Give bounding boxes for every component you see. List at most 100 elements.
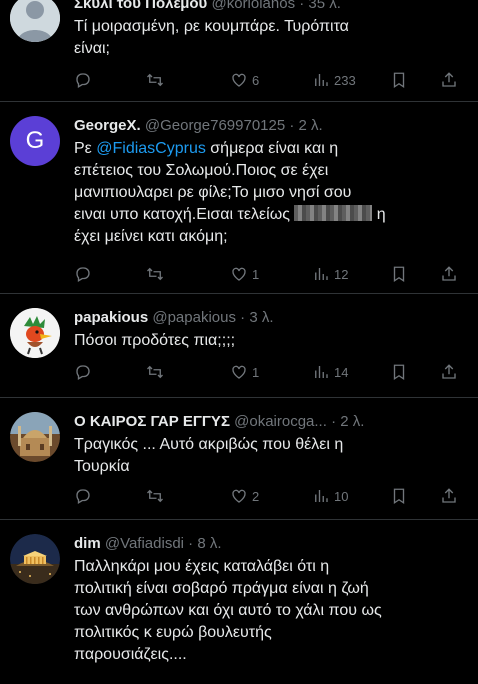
retweet-button[interactable] (146, 264, 164, 284)
share-icon (442, 72, 456, 87)
timestamp[interactable]: 35 λ. (308, 0, 341, 12)
text-line: Παλληκάρι μου έχεις καταλάβει ότι η (74, 558, 330, 575)
tweet-text: Τί μοιρασμένη, ρε κουμπάρε. Τυρόπιτα είν… (74, 16, 466, 60)
like-count: 2 (252, 488, 260, 504)
display-name[interactable]: dim (74, 535, 101, 552)
share-button[interactable] (440, 264, 458, 284)
action-bar: 1 12 (74, 264, 466, 284)
like-button[interactable]: 1 (230, 264, 259, 284)
reply-icon (76, 73, 90, 88)
views-count: 10 (334, 488, 349, 504)
share-button[interactable] (440, 70, 458, 90)
like-button[interactable]: 1 (230, 362, 259, 382)
tweet[interactable]: G GeorgeX. @George769970125 · 2 λ. Ρε @F… (0, 102, 478, 294)
user-handle[interactable]: @papakious (152, 309, 236, 326)
tweet[interactable]: dim @Vafiadisdi · 8 λ. Παλληκάρι μου έχε… (0, 520, 478, 678)
bookmark-button[interactable] (390, 70, 408, 90)
views-icon (315, 366, 328, 378)
user-handle[interactable]: @koriolanos (211, 0, 295, 12)
text-line: πολιτική είναι σοβαρό πράγμα είναι η ζωή (74, 580, 369, 597)
tweet[interactable]: Ο ΚΑΙΡΟΣ ΓΑΡ ΕΓΓΥΣ @okairocga... · 2 λ. … (0, 398, 478, 520)
text-line: παρουσιάζεις.... (74, 646, 187, 663)
display-name[interactable]: Ο ΚΑΙΡΟΣ ΓΑΡ ΕΓΓΥΣ (74, 413, 230, 430)
display-name[interactable]: papakious (74, 309, 148, 326)
views-button[interactable]: 14 (312, 362, 348, 382)
reply-button[interactable] (74, 486, 92, 506)
display-name[interactable]: GeorgeX. (74, 117, 141, 134)
text-line: Ρε @FidiasCyprus σήμερα είναι και η (74, 140, 339, 157)
text-line: Τί μοιρασμένη, ρε κουμπάρε. Τυρόπιτα (74, 18, 349, 35)
avatar[interactable] (10, 412, 60, 462)
share-icon (442, 364, 456, 379)
tweet[interactable]: Σκυλί του Πολέμου @koriolanos · 35 λ. Τί… (0, 0, 478, 102)
timestamp[interactable]: 2 λ. (299, 117, 323, 134)
reply-icon (76, 365, 90, 380)
text-line: είναι; (74, 40, 110, 57)
heart-icon (232, 73, 246, 87)
text-line: επέτειος του Σολωμού.Ποιος σε έχει (74, 162, 329, 179)
heart-icon (232, 489, 246, 503)
views-icon (315, 490, 328, 502)
text-line: ειναι υπο κατοχή.Εισαι τελείως η (74, 205, 386, 223)
avatar[interactable] (10, 0, 60, 42)
redacted-text (294, 205, 373, 221)
retweet-button[interactable] (146, 362, 164, 382)
text-line: των ανθρώπων και όχι αυτό το χάλι που ως (74, 602, 382, 619)
retweet-button[interactable] (146, 70, 164, 90)
bird-avatar-icon (10, 308, 60, 358)
share-button[interactable] (440, 362, 458, 382)
retweet-icon (147, 73, 163, 87)
views-count: 233 (334, 72, 356, 88)
display-name[interactable]: Σκυλί του Πολέμου (74, 0, 207, 12)
timestamp[interactable]: 8 λ. (197, 535, 221, 552)
tweet-header: GeorgeX. @George769970125 · 2 λ. (74, 117, 323, 134)
share-button[interactable] (440, 486, 458, 506)
timestamp[interactable]: 2 λ. (340, 413, 364, 430)
bookmark-button[interactable] (390, 486, 408, 506)
avatar[interactable]: G (10, 116, 60, 166)
views-count: 14 (334, 364, 349, 380)
bookmark-button[interactable] (390, 362, 408, 382)
like-button[interactable]: 6 (230, 70, 259, 90)
views-icon (315, 74, 328, 86)
user-handle[interactable]: @George769970125 (145, 117, 285, 134)
views-button[interactable]: 233 (312, 70, 356, 90)
user-handle[interactable]: @okairocga... (234, 413, 327, 430)
tweet-text: Τραγικός ... Αυτό ακριβώς που θέλει η Το… (74, 434, 466, 478)
avatar[interactable] (10, 534, 60, 584)
mention-link[interactable]: @FidiasCyprus (96, 140, 206, 157)
bookmark-icon (393, 266, 405, 283)
text-line: Τραγικός ... Αυτό ακριβώς που θέλει η (74, 436, 344, 453)
reply-icon (76, 267, 90, 282)
like-count: 1 (252, 364, 260, 380)
reply-button[interactable] (74, 264, 92, 284)
views-icon (315, 268, 328, 280)
tweet[interactable]: papakious @papakious · 3 λ. Πόσοι προδότ… (0, 294, 478, 398)
bookmark-button[interactable] (390, 264, 408, 284)
text-line: μανιπιουλαρει ρε φίλε;Το μισο νησί σου (74, 184, 352, 201)
acropolis-avatar-icon (10, 534, 60, 584)
text-line: πολιτικός κ ευρώ βουλευτής (74, 624, 272, 641)
like-button[interactable]: 2 (230, 486, 259, 506)
views-button[interactable]: 10 (312, 486, 348, 506)
tweet-feed: Σκυλί του Πολέμου @koriolanos · 35 λ. Τί… (0, 0, 478, 678)
tweet-text: Ρε @FidiasCyprus σήμερα είναι και η επέτ… (74, 138, 466, 248)
reply-button[interactable] (74, 362, 92, 382)
default-avatar-icon (10, 0, 60, 42)
user-handle[interactable]: @Vafiadisdi (105, 535, 184, 552)
tweet-header: Σκυλί του Πολέμου @koriolanos · 35 λ. (74, 0, 466, 14)
bookmark-icon (393, 72, 405, 89)
views-button[interactable]: 12 (312, 264, 348, 284)
bookmark-icon (393, 488, 405, 505)
timestamp[interactable]: 3 λ. (249, 309, 273, 326)
avatar[interactable] (10, 308, 60, 358)
text-line: έχει μείνει κατι ακόμη; (74, 228, 228, 245)
like-count: 1 (252, 266, 260, 282)
retweet-icon (147, 267, 163, 281)
like-count: 6 (252, 72, 260, 88)
action-bar: 6 233 (74, 70, 466, 90)
share-icon (442, 488, 456, 503)
reply-button[interactable] (74, 70, 92, 90)
retweet-button[interactable] (146, 486, 164, 506)
heart-icon (232, 267, 246, 281)
